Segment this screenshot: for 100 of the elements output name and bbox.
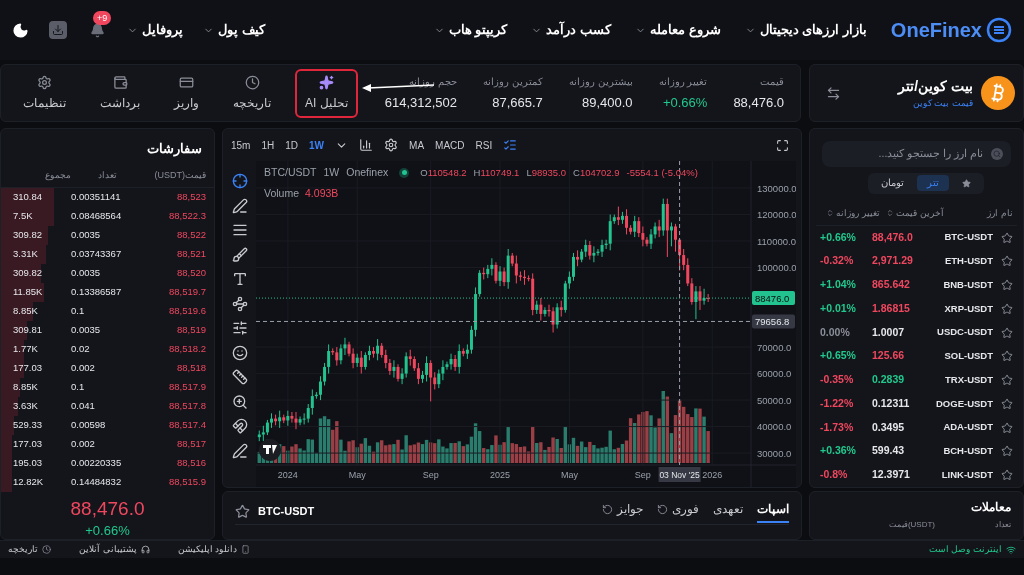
order-price: 88,517.4 bbox=[169, 418, 206, 433]
trade-tab[interactable]: فوری bbox=[657, 500, 699, 523]
search-field[interactable]: نام ارز را جستجو کنید... bbox=[822, 141, 1011, 167]
stat-value: +0.66% bbox=[662, 93, 708, 112]
sliders-icon[interactable] bbox=[231, 320, 248, 336]
candlestick bbox=[637, 216, 641, 238]
interval-tab[interactable]: 15m bbox=[231, 137, 251, 153]
pencil-icon[interactable] bbox=[231, 442, 248, 459]
order-total: 8.85K bbox=[12, 304, 38, 319]
tool-button[interactable]: تاریخچه bbox=[223, 68, 281, 118]
star-icon[interactable] bbox=[235, 504, 250, 519]
smiley-icon[interactable] bbox=[231, 344, 248, 361]
magnet-icon[interactable] bbox=[231, 418, 248, 434]
list-icon[interactable] bbox=[503, 138, 518, 152]
tool-button[interactable]: واریز bbox=[164, 68, 209, 118]
candlestick bbox=[592, 245, 596, 263]
status-link[interactable]: تاریخچه bbox=[8, 542, 51, 557]
pair-name[interactable]: SOL-USDT bbox=[944, 349, 993, 364]
pair-name[interactable]: ETH-USDT bbox=[944, 254, 993, 269]
indicator-button[interactable]: MA bbox=[409, 137, 425, 153]
fullscreen-icon[interactable] bbox=[776, 138, 789, 152]
pair-name[interactable]: LINK-USDT bbox=[941, 468, 993, 483]
tool-button[interactable]: برداشت bbox=[90, 68, 150, 118]
star-icon[interactable] bbox=[1001, 421, 1013, 434]
interval-tab[interactable]: 1W bbox=[309, 137, 325, 153]
star-icon[interactable] bbox=[1001, 445, 1013, 458]
download-button[interactable] bbox=[49, 21, 67, 39]
bar-chart-icon[interactable] bbox=[359, 138, 374, 152]
theme-toggle-icon[interactable] bbox=[12, 21, 29, 39]
settings-icon bbox=[37, 74, 52, 90]
time-axis-label: 2026 bbox=[702, 470, 723, 480]
settings-icon[interactable] bbox=[384, 138, 399, 152]
indicator-button[interactable]: MACD bbox=[435, 137, 465, 153]
star-icon[interactable] bbox=[1001, 397, 1013, 410]
logo-text[interactable]: OneFinex bbox=[890, 15, 982, 45]
nav-menu-item[interactable]: کسب درآمد bbox=[531, 20, 611, 40]
order-total: 309.82 bbox=[12, 228, 43, 243]
nav-menu-item[interactable]: شروع معامله bbox=[635, 20, 721, 40]
star-icon[interactable] bbox=[1001, 469, 1013, 482]
pair-name[interactable]: XRP-USDT bbox=[944, 301, 993, 316]
candlestick bbox=[641, 225, 645, 247]
nav-menu-item[interactable]: کریپتو هاب bbox=[433, 20, 508, 40]
pair-name[interactable]: USDC-USDT bbox=[937, 325, 993, 340]
ruler-icon[interactable] bbox=[231, 369, 248, 385]
candlestick bbox=[686, 257, 690, 287]
star-icon[interactable] bbox=[1001, 350, 1013, 363]
last-price: 125.66 bbox=[872, 348, 906, 364]
star-icon[interactable] bbox=[1001, 374, 1013, 387]
trade-tab[interactable]: تعهدی bbox=[713, 500, 743, 523]
star-icon[interactable] bbox=[1001, 255, 1013, 268]
nav-menu-item[interactable]: بازار ارزهای دیجیتال bbox=[744, 20, 867, 40]
currency-segment[interactable]: تتر bbox=[916, 175, 949, 192]
candlestick bbox=[376, 338, 380, 361]
star-icon[interactable] bbox=[1001, 279, 1013, 292]
stat-value: 89,400.0 bbox=[582, 93, 633, 112]
pair-name[interactable]: BNB-USDT bbox=[943, 278, 993, 293]
candlestick bbox=[588, 240, 592, 261]
star-icon[interactable] bbox=[1001, 302, 1013, 315]
coin-price-link[interactable]: قیمت بیت کوین bbox=[913, 96, 973, 111]
status-dot-icon bbox=[399, 167, 410, 178]
candlestick bbox=[306, 403, 310, 424]
order-price: 88,517.9 bbox=[169, 380, 206, 395]
status-link[interactable]: پشتیبانی آنلاین bbox=[79, 542, 150, 557]
currency-segment[interactable]: تومان bbox=[870, 175, 914, 192]
interval-tab[interactable]: 1D bbox=[285, 137, 299, 153]
account-menu-item[interactable]: کیف پول bbox=[203, 20, 265, 40]
account-menu-item[interactable]: پروفایل bbox=[127, 20, 183, 40]
pair-name[interactable]: ADA-USDT bbox=[943, 420, 993, 435]
pattern-tool-icon[interactable] bbox=[231, 295, 248, 312]
order-amount: 0.002 bbox=[71, 361, 95, 376]
swap-icon[interactable] bbox=[826, 85, 841, 101]
column-header[interactable]: آخرین قیمت bbox=[880, 206, 944, 221]
candlestick bbox=[490, 257, 494, 276]
daily-change: -0.32% bbox=[820, 253, 855, 269]
line-tool-icon[interactable] bbox=[231, 197, 248, 214]
brush-icon[interactable] bbox=[231, 246, 248, 263]
indicator-button[interactable]: RSI bbox=[475, 137, 493, 153]
text-tool-icon[interactable] bbox=[231, 271, 248, 287]
star-icon[interactable] bbox=[1001, 231, 1013, 244]
star-icon[interactable] bbox=[1001, 326, 1013, 339]
pair-name[interactable]: DOGE-USDT bbox=[936, 396, 993, 411]
candlestick bbox=[702, 288, 706, 306]
interval-tab[interactable]: 1H bbox=[261, 137, 275, 153]
pair-name[interactable]: BTC-USDT bbox=[944, 230, 993, 245]
last-price: 0.12311 bbox=[872, 396, 911, 411]
status-link[interactable]: دانلود اپلیکیشن bbox=[177, 542, 251, 557]
trade-symbol: BTC-USDT bbox=[258, 504, 315, 520]
trade-tab[interactable]: جوایز bbox=[602, 500, 643, 523]
price-axis-label: 130000.0 bbox=[757, 182, 796, 194]
zoom-in-icon[interactable] bbox=[231, 393, 248, 410]
crosshair-icon[interactable] bbox=[231, 173, 248, 189]
column-header: مجموع bbox=[44, 168, 71, 183]
pair-name[interactable]: BCH-USDT bbox=[943, 444, 993, 459]
daily-change: +0.01% bbox=[820, 301, 857, 316]
column-header[interactable]: تغییر روزانه bbox=[820, 206, 880, 221]
stat-value: 88,476.0 bbox=[733, 93, 784, 112]
pair-name[interactable]: TRX-USDT bbox=[944, 373, 993, 388]
tool-button[interactable]: تنظیمات bbox=[13, 68, 76, 118]
horizontal-lines-icon[interactable] bbox=[231, 222, 248, 238]
column-header: نام ارز bbox=[985, 206, 1013, 220]
